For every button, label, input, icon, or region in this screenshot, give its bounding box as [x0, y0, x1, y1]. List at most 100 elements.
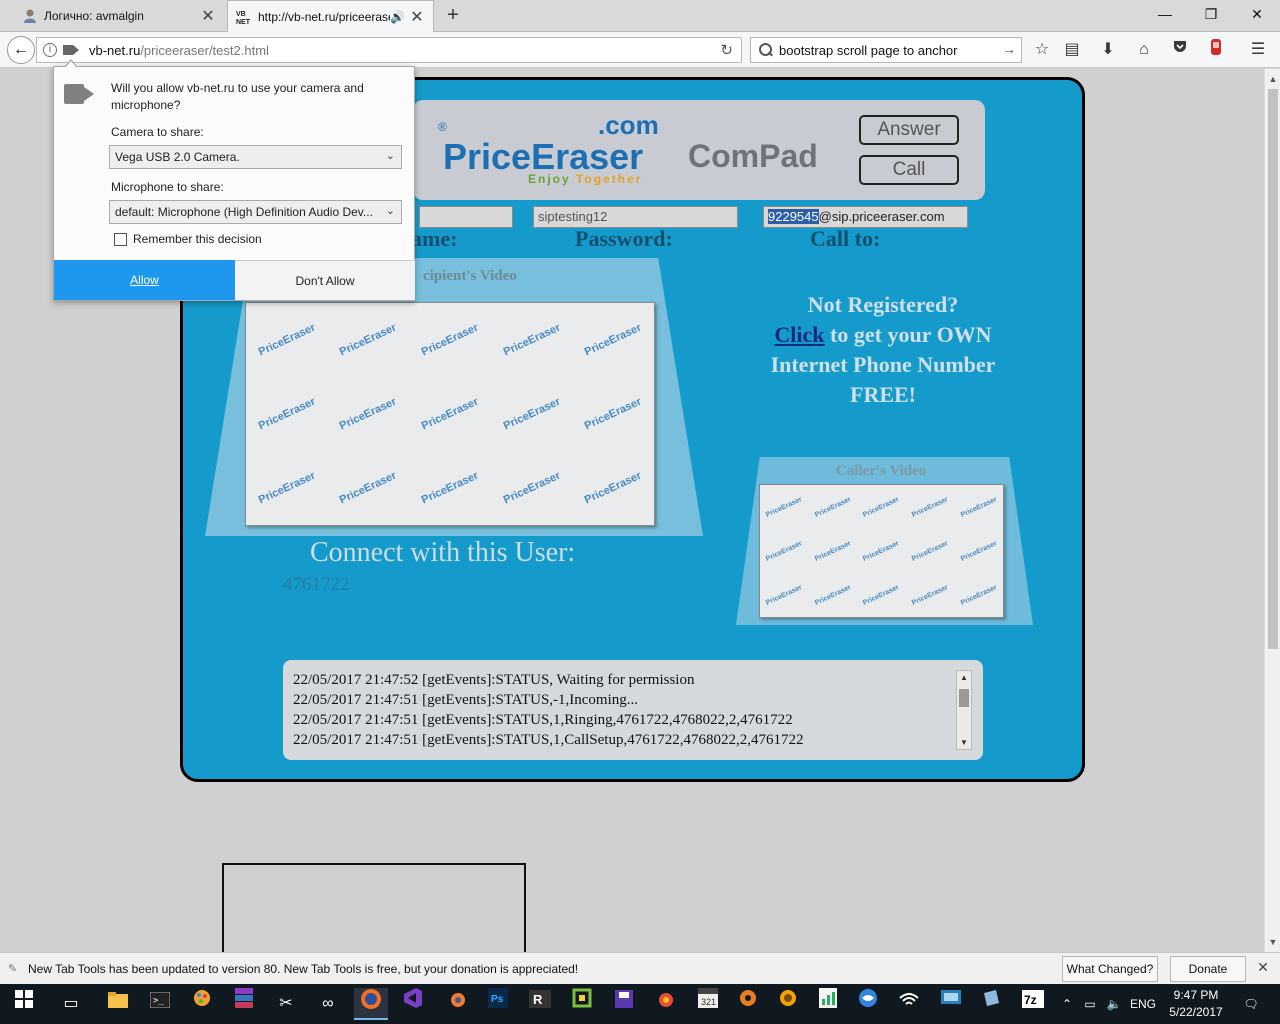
svg-text:VB: VB: [236, 11, 246, 18]
video-watermark: PriceEraser: [765, 495, 804, 519]
dont-allow-button[interactable]: Don't Allow: [235, 260, 415, 300]
svg-text:Ps: Ps: [491, 994, 504, 1005]
go-arrow-icon[interactable]: →: [1002, 41, 1016, 57]
password-field[interactable]: siptesting12: [533, 206, 738, 228]
calendar-icon[interactable]: 321: [692, 988, 724, 1020]
back-button[interactable]: ←: [7, 36, 35, 64]
video-watermark: PriceEraser: [256, 395, 318, 433]
chevron-up-icon[interactable]: ⌃: [1058, 984, 1076, 1024]
scroll-up-icon[interactable]: ▲: [1265, 71, 1280, 87]
checkbox[interactable]: [114, 232, 127, 246]
notification-center-icon[interactable]: 🗨: [1236, 984, 1266, 1024]
download-icon[interactable]: ⬇: [1096, 38, 1120, 62]
log-line: 22/05/2017 21:47:52 [getEvents]:STATUS, …: [293, 672, 695, 688]
svg-text:321: 321: [701, 997, 716, 1007]
terminal-icon[interactable]: >_: [144, 988, 176, 1020]
action-icon[interactable]: ▭: [1080, 984, 1100, 1024]
notes-app-icon[interactable]: [975, 984, 1007, 1024]
file-explorer-icon[interactable]: [102, 988, 134, 1020]
language-indicator[interactable]: ENG: [1128, 984, 1158, 1024]
camera-icon[interactable]: [63, 44, 79, 56]
app-r-icon[interactable]: R: [524, 988, 556, 1020]
recipient-video-label: cipient's Video: [423, 268, 517, 284]
reload-icon[interactable]: ↻: [720, 41, 733, 59]
7zip-icon[interactable]: 7z: [1017, 984, 1049, 1024]
volume-icon[interactable]: 🔈: [1104, 984, 1124, 1024]
page-scrollbar[interactable]: ▲ ▼: [1264, 69, 1280, 952]
call-button[interactable]: Call: [859, 155, 959, 185]
visual-studio-icon[interactable]: [396, 988, 428, 1020]
chart-app-icon[interactable]: [812, 988, 844, 1020]
task-view-icon[interactable]: ▭: [55, 988, 87, 1020]
video-watermark: PriceEraser: [501, 395, 562, 433]
camera-select[interactable]: Vega USB 2.0 Camera. ⌄: [109, 145, 402, 169]
camera-label: Camera to share:: [111, 125, 204, 139]
winrar-icon[interactable]: [228, 988, 260, 1020]
close-icon[interactable]: ✕: [409, 7, 425, 27]
what-changed-button[interactable]: What Changed?: [1062, 956, 1158, 982]
restore-button[interactable]: ❐: [1188, 0, 1234, 30]
new-tab-button[interactable]: +: [442, 4, 464, 27]
logo-tagline: Enjoy Together: [528, 172, 642, 186]
scroll-up-icon[interactable]: ▲: [957, 673, 971, 682]
wifi-icon[interactable]: [893, 984, 925, 1024]
gear-app-icon[interactable]: [732, 988, 764, 1020]
search-input[interactable]: [779, 42, 999, 58]
save-disk-icon[interactable]: [608, 988, 640, 1020]
clock[interactable]: 9:47 PM 5/22/2017: [1161, 987, 1231, 1021]
scroll-down-icon[interactable]: ▼: [957, 738, 971, 747]
username-field[interactable]: [419, 206, 513, 228]
microphone-select[interactable]: default: Microphone (High Definition Aud…: [109, 200, 402, 224]
infinity-icon[interactable]: ∞: [312, 988, 344, 1020]
minimize-button[interactable]: —: [1142, 0, 1188, 30]
call-to-selected: 9229545: [768, 209, 819, 224]
event-log-lines: 22/05/2017 21:47:52 [getEvents]:STATUS, …: [293, 670, 953, 750]
home-icon[interactable]: ⌂: [1132, 38, 1156, 62]
notification-text: New Tab Tools has been updated to versio…: [28, 961, 579, 976]
blue-app-icon[interactable]: [852, 988, 884, 1020]
photoshop-icon[interactable]: Ps: [482, 988, 514, 1020]
register-link[interactable]: Click: [774, 322, 824, 347]
close-icon[interactable]: ✕: [1254, 959, 1272, 977]
log-scrollbar[interactable]: ▲ ▼: [956, 670, 972, 750]
video-watermark: PriceEraser: [501, 321, 562, 359]
windows-start-icon[interactable]: [8, 988, 40, 1020]
call-to-field[interactable]: 9229545@sip.priceeraser.com: [763, 206, 968, 228]
network-app-icon[interactable]: [935, 984, 967, 1024]
remember-checkbox[interactable]: Remember this decision: [114, 232, 262, 246]
tab-logichno[interactable]: Логично: avmalgin ✕: [14, 0, 224, 32]
tab-strip: Логично: avmalgin ✕ VB NET http://vb-net.…: [0, 0, 1280, 33]
logo-panel: ® .com PriceEraser Enjoy Together ComPad…: [413, 100, 985, 200]
event-log[interactable]: 22/05/2017 21:47:52 [getEvents]:STATUS, …: [283, 660, 983, 760]
scroll-down-icon[interactable]: ▼: [1265, 934, 1280, 950]
scroll-thumb[interactable]: [1268, 89, 1278, 649]
tab-priceeraser[interactable]: VB NET http://vb-net.ru/priceeraser 🔊 ✕: [227, 0, 434, 33]
connect-label: Connect with this User:: [310, 537, 576, 568]
close-window-button[interactable]: ✕: [1234, 0, 1280, 30]
bookmark-star-icon[interactable]: ☆: [1030, 38, 1054, 62]
pocket-icon[interactable]: [1168, 38, 1192, 62]
viewer-icon[interactable]: [772, 988, 804, 1020]
info-icon[interactable]: i: [43, 43, 57, 57]
scroll-thumb[interactable]: [959, 689, 969, 707]
log-line: 22/05/2017 21:47:51 [getEvents]:STATUS,1…: [293, 732, 804, 748]
speaker-icon[interactable]: 🔊: [390, 10, 405, 24]
user-icon: [22, 8, 38, 24]
answer-button[interactable]: Answer: [859, 115, 959, 145]
url-bar[interactable]: i vb-net.ru/priceeraser/test2.html ↻: [36, 37, 742, 63]
extension-icon[interactable]: [1204, 38, 1228, 62]
green-app-icon[interactable]: [566, 988, 598, 1020]
allow-button[interactable]: Allow: [54, 260, 235, 300]
tab-title: http://vb-net.ru/priceeraser: [258, 10, 391, 24]
donate-button[interactable]: Donate: [1170, 956, 1246, 982]
bomb-app-icon[interactable]: [650, 988, 682, 1020]
close-icon[interactable]: ✕: [200, 6, 216, 26]
tools-icon[interactable]: ✂: [270, 988, 302, 1020]
paint-icon[interactable]: [186, 988, 218, 1020]
menu-icon[interactable]: ☰: [1246, 38, 1270, 62]
video-watermark: PriceEraser: [256, 469, 318, 507]
search-bar[interactable]: →: [750, 37, 1022, 63]
firefox-icon[interactable]: [354, 988, 388, 1020]
blender-icon[interactable]: [440, 988, 472, 1020]
reading-list-icon[interactable]: ▤: [1060, 38, 1084, 62]
